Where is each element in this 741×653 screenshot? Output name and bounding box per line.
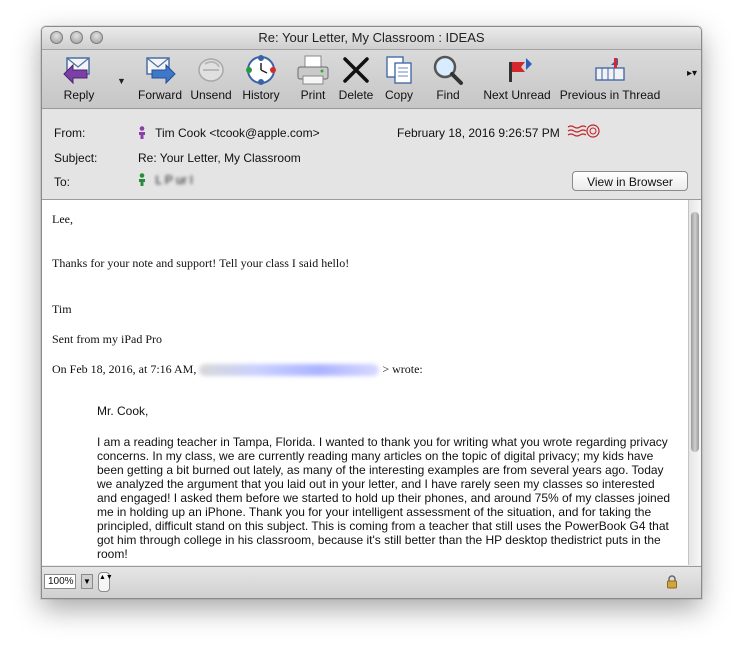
unsend-label: Unsend (190, 88, 232, 102)
postmark-icon (567, 124, 600, 138)
delete-button[interactable]: Delete (335, 54, 377, 102)
chevron-overflow-icon: ▸▾ (687, 68, 698, 79)
stepper-arrows-icon: ▲▼ (99, 574, 113, 581)
vertical-scrollbar[interactable] (688, 200, 701, 565)
delete-label: Delete (338, 88, 374, 102)
previous-in-thread-button[interactable]: Previous in Thread (558, 54, 662, 102)
sent-from: Sent from my iPad Pro (52, 332, 162, 346)
previous-in-thread-label: Previous in Thread (559, 88, 661, 102)
next-unread-button[interactable]: Next Unread (481, 54, 553, 102)
message-header: From: Tim Cook <tcook@apple.com> Februar… (42, 109, 701, 200)
lock-icon (667, 575, 677, 589)
find-label: Find (436, 88, 460, 102)
unsend-icon (198, 58, 224, 82)
to-value[interactable]: L P ur l (155, 173, 192, 187)
reply-menu-arrow[interactable]: ▼ (117, 76, 126, 86)
copy-icon (386, 56, 412, 84)
subject-label: Subject: (54, 151, 98, 165)
unsend-button[interactable]: Unsend (188, 54, 234, 102)
attribution-prefix: On Feb 18, 2016, at 7:16 AM, (52, 362, 197, 376)
find-button[interactable]: Find (430, 54, 466, 102)
reply-button[interactable]: Reply (56, 54, 102, 102)
reply-label: Reply (63, 88, 95, 102)
salutation: Lee, (52, 212, 73, 226)
signature: Tim (52, 302, 72, 316)
to-value-wrap: L P ur l (138, 173, 193, 187)
history-icon (246, 55, 276, 85)
mail-window: Re: Your Letter, My Classroom : IDEAS Re… (41, 26, 702, 599)
zoom-stepper[interactable]: ▲▼ (98, 572, 113, 592)
next-unread-label: Next Unread (483, 88, 551, 102)
from-label: From: (54, 126, 86, 140)
previous-thread-icon (595, 58, 625, 81)
quoted-body: I am a reading teacher in Tampa, Florida… (97, 435, 671, 561)
person-icon (139, 126, 145, 139)
print-label: Print (300, 88, 326, 102)
delete-x-icon (343, 57, 369, 83)
quoted-greeting: Mr. Cook, (97, 404, 149, 418)
view-in-browser-button[interactable]: View in Browser (572, 171, 688, 191)
message-date: February 18, 2016 9:26:57 PM (397, 126, 560, 140)
forward-button[interactable]: Forward (134, 54, 186, 102)
redacted-sender (199, 364, 380, 377)
history-button[interactable]: History (236, 54, 286, 102)
next-unread-flag-icon (509, 58, 532, 82)
message-body: Lee, Thanks for your note and support! T… (42, 200, 688, 565)
chevron-down-icon: ▼ (83, 577, 91, 586)
zoom-dropdown[interactable]: ▼ (81, 574, 93, 589)
status-bar: 100% ▼ ▲▼ (42, 566, 701, 598)
forward-icon (146, 57, 176, 85)
to-label: To: (54, 175, 71, 189)
attribution-suffix: > wrote: (382, 362, 423, 376)
window-title: Re: Your Letter, My Classroom : IDEAS (258, 30, 485, 45)
reply-icon (63, 57, 90, 85)
from-value-wrap: Tim Cook <tcook@apple.com> (138, 126, 320, 140)
scroll-thumb[interactable] (691, 212, 699, 452)
forward-label: Forward (137, 88, 182, 102)
print-button[interactable]: Print (294, 54, 332, 102)
zoom-field[interactable]: 100% (44, 574, 76, 589)
reply-line: Thanks for your note and support! Tell y… (52, 256, 350, 270)
quoted-message: Mr. Cook, I am a reading teacher in Tamp… (97, 404, 677, 561)
recipient-person-icon (139, 173, 145, 186)
printer-icon (297, 55, 329, 85)
from-value[interactable]: Tim Cook <tcook@apple.com> (155, 126, 319, 140)
title-bar: Re: Your Letter, My Classroom : IDEAS (42, 27, 701, 50)
toolbar: Reply ▼ Forward Unsend History Print Del… (42, 50, 701, 109)
subject-value: Re: Your Letter, My Classroom (138, 151, 301, 165)
reply-attribution: On Feb 18, 2016, at 7:16 AM, > wrote: (52, 362, 423, 377)
copy-label: Copy (384, 88, 413, 102)
magnifier-icon (433, 55, 463, 85)
toolbar-overflow-chevron[interactable]: ▸▾ (687, 68, 698, 79)
copy-button[interactable]: Copy (380, 54, 418, 102)
history-label: History (242, 88, 280, 102)
